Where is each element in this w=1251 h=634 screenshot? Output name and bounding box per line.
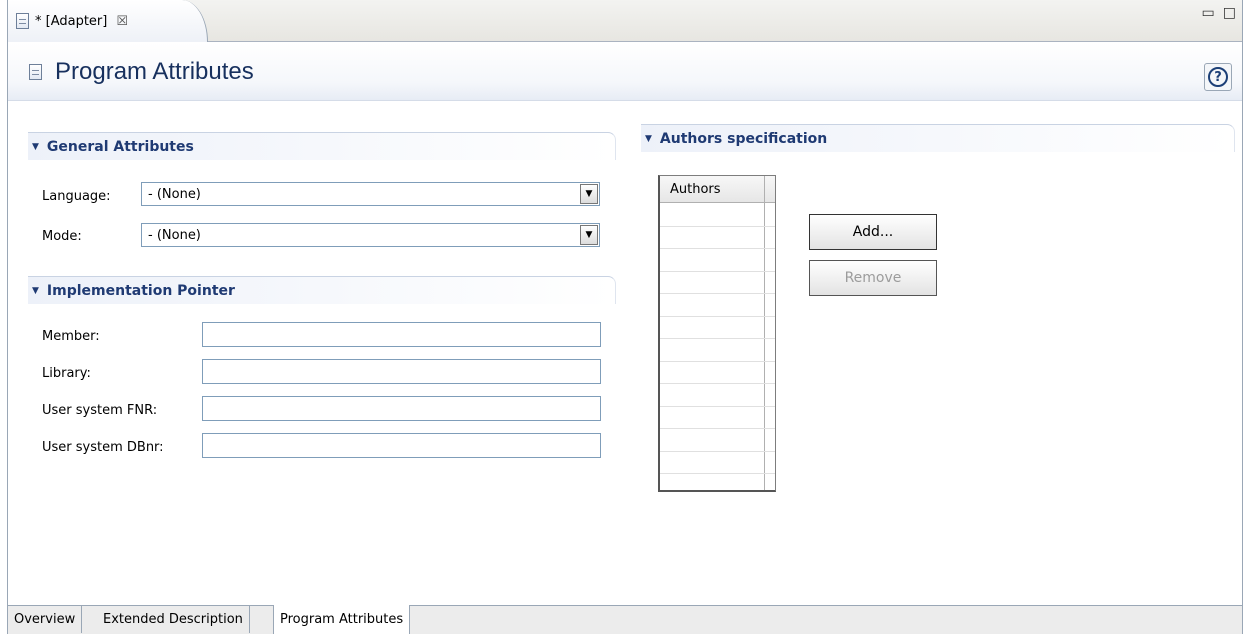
language-label: Language:	[42, 189, 111, 204]
collapse-triangle-icon[interactable]: ▼	[645, 134, 652, 144]
user-system-fnr-label: User system FNR:	[42, 403, 158, 418]
section-implementation-pointer[interactable]: ▼ Implementation Pointer	[28, 276, 616, 304]
chevron-down-icon[interactable]: ▼	[580, 184, 598, 204]
section-title: Implementation Pointer	[46, 282, 235, 299]
language-value: - (None)	[148, 186, 201, 202]
section-general-attributes[interactable]: ▼ General Attributes	[28, 132, 616, 160]
table-row[interactable]	[660, 406, 775, 407]
close-icon[interactable]: ☒	[116, 14, 128, 29]
library-label: Library:	[42, 366, 91, 381]
table-row[interactable]	[660, 338, 775, 339]
member-field[interactable]	[202, 322, 601, 347]
table-row[interactable]	[660, 383, 775, 384]
collapse-triangle-icon[interactable]: ▼	[32, 142, 39, 152]
editor-tab-adapter[interactable]: * [Adapter] ☒	[8, 0, 208, 42]
editor-frame: * [Adapter] ☒ ▭ □ Program Attributes ? ▼…	[7, 0, 1243, 634]
remove-author-button[interactable]: Remove	[809, 260, 937, 296]
maximize-icon[interactable]: □	[1223, 5, 1236, 21]
mode-value: - (None)	[148, 227, 201, 243]
authors-column-header[interactable]: Authors	[660, 176, 775, 203]
page-title: Program Attributes	[55, 58, 254, 85]
collapse-triangle-icon[interactable]: ▼	[32, 286, 39, 296]
table-row[interactable]	[660, 271, 775, 272]
editor-tab-strip: * [Adapter] ☒ ▭ □	[8, 0, 1242, 42]
authors-table[interactable]: Authors	[658, 175, 776, 492]
help-button[interactable]: ?	[1204, 63, 1232, 91]
editor-tab-title: * [Adapter]	[35, 13, 108, 29]
section-title: General Attributes	[46, 138, 194, 155]
table-row[interactable]	[660, 226, 775, 227]
document-icon	[16, 13, 29, 29]
table-row[interactable]	[660, 361, 775, 362]
column-divider	[764, 176, 765, 490]
table-row[interactable]	[660, 428, 775, 429]
mode-label: Mode:	[42, 229, 82, 244]
tab-overview[interactable]: Overview	[8, 606, 83, 633]
page-header: Program Attributes ?	[8, 43, 1242, 101]
table-row[interactable]	[660, 248, 775, 249]
member-label: Member:	[42, 329, 100, 344]
table-row[interactable]	[660, 293, 775, 294]
document-icon	[29, 64, 42, 80]
user-system-dbnr-label: User system DBnr:	[42, 440, 164, 455]
mode-select[interactable]: - (None) ▼	[141, 223, 600, 247]
section-authors-specification[interactable]: ▼ Authors specification	[641, 124, 1235, 152]
user-system-fnr-field[interactable]	[202, 396, 601, 421]
language-select[interactable]: - (None) ▼	[141, 182, 600, 206]
table-row[interactable]	[660, 316, 775, 317]
editor-page-tabs: Overview Extended Description Program At…	[8, 605, 1242, 634]
authors-column-label: Authors	[670, 182, 721, 197]
minimize-icon[interactable]: ▭	[1202, 5, 1215, 21]
tab-extended-description[interactable]: Extended Description	[97, 606, 250, 633]
table-row[interactable]	[660, 473, 775, 474]
library-field[interactable]	[202, 359, 601, 384]
window-controls: ▭ □	[1202, 5, 1236, 21]
chevron-down-icon[interactable]: ▼	[580, 225, 598, 245]
tab-program-attributes[interactable]: Program Attributes	[273, 605, 411, 634]
user-system-dbnr-field[interactable]	[202, 433, 601, 458]
section-title: Authors specification	[659, 130, 828, 147]
add-author-button[interactable]: Add...	[809, 214, 937, 250]
help-icon: ?	[1208, 67, 1228, 87]
table-row[interactable]	[660, 451, 775, 452]
